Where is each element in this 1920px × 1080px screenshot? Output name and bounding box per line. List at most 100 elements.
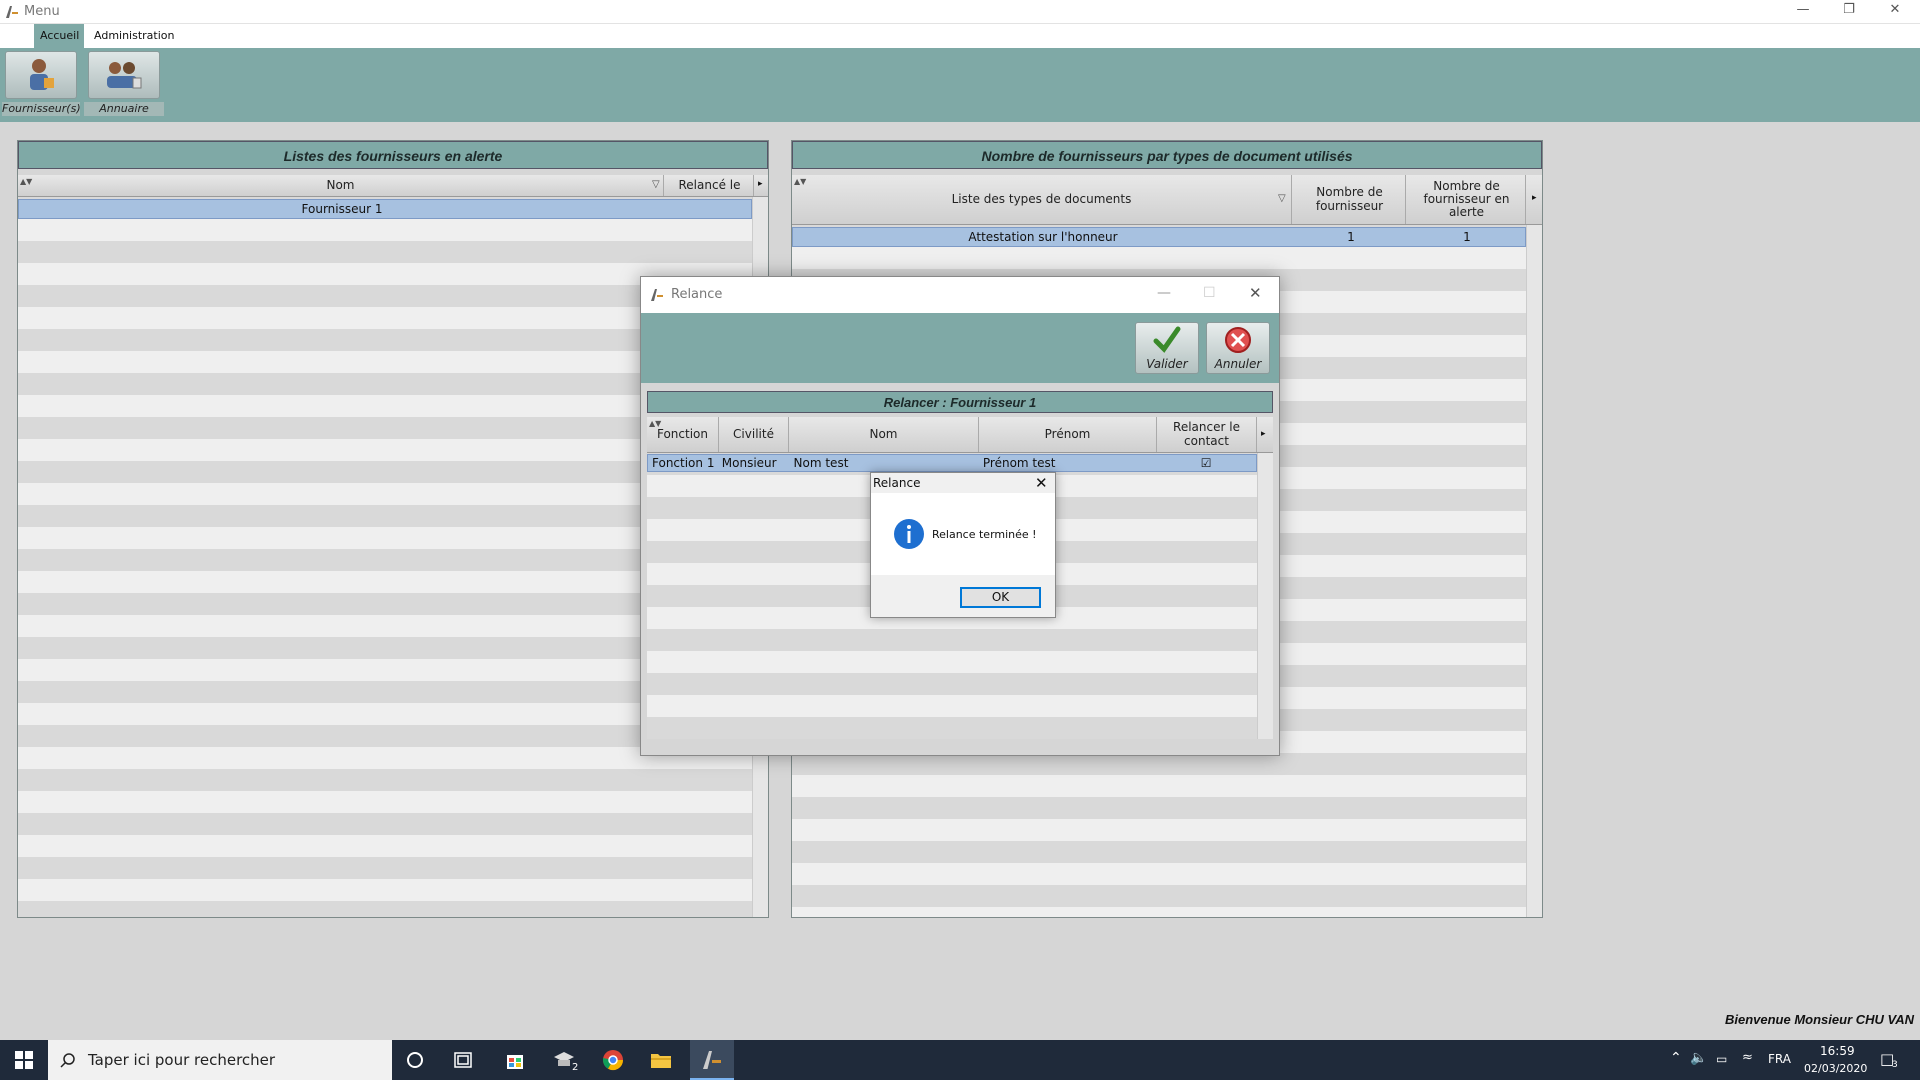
ok-button[interactable]: OK <box>960 587 1041 608</box>
close-button[interactable]: ✕ <box>1249 284 1262 302</box>
table-row[interactable]: Attestation sur l'honneur 1 1 <box>792 227 1526 247</box>
column-nombre-fournisseur[interactable]: Nombre de fournisseur <box>1294 175 1406 224</box>
maximize-button[interactable]: ☐ <box>1203 285 1216 301</box>
battery-icon[interactable]: ▭ <box>1716 1052 1727 1066</box>
column-relancer-contact-label: Relancer le contact <box>1173 420 1240 448</box>
column-nombre-fournisseur-label: Nombre de fournisseur <box>1315 185 1384 213</box>
app-icon <box>651 289 663 301</box>
vertical-scrollbar[interactable] <box>1257 453 1273 739</box>
cell-alerte: 1 <box>1463 230 1471 244</box>
relance-dialog-ribbon: Valider Annuler <box>641 313 1279 383</box>
app-icon <box>6 6 18 18</box>
message-box-title: Relance <box>873 476 921 490</box>
welcome-message: Bienvenue Monsieur CHU VAN <box>1724 1012 1914 1027</box>
minimize-button[interactable]: — <box>1157 285 1171 301</box>
window-title: Menu <box>24 4 60 19</box>
taskbar: Taper ici pour rechercher 2 ⌃ 🔈 ▭ ≈ FRA … <box>0 1040 1920 1080</box>
column-relance-le[interactable]: Relancé le <box>666 175 754 196</box>
relance-dialog-titlebar: Relance — ☐ ✕ <box>641 277 1279 313</box>
close-button[interactable]: ✕ <box>1035 474 1048 492</box>
message-box: Relance ✕ Relance terminée ! OK <box>870 472 1056 618</box>
taskbar-search[interactable]: Taper ici pour rechercher <box>48 1040 392 1080</box>
task-view-icon[interactable] <box>451 1048 475 1072</box>
column-nombre-alerte[interactable]: Nombre de fournisseur en alerte <box>1408 175 1526 224</box>
app-badge: 2 <box>572 1062 579 1073</box>
scroll-right-icon[interactable]: ▸ <box>1261 429 1266 439</box>
tray-chevron-icon[interactable]: ⌃ <box>1670 1050 1682 1066</box>
column-nom[interactable]: Nom <box>789 417 979 452</box>
column-relance-le-label: Relancé le <box>678 177 741 192</box>
valider-button[interactable]: Valider <box>1135 322 1199 374</box>
cell-civilite: Monsieur <box>721 456 777 470</box>
message-text: Relance terminée ! <box>932 528 1037 541</box>
cell-type: Attestation sur l'honneur <box>968 230 1118 244</box>
vertical-scrollbar[interactable] <box>1526 225 1542 917</box>
table-row[interactable]: Fournisseur 1 <box>18 199 752 219</box>
cell-nom: Nom test <box>793 456 849 470</box>
chrome-icon[interactable] <box>601 1048 625 1072</box>
annuler-button[interactable]: Annuler <box>1206 322 1270 374</box>
cancel-icon <box>1225 327 1251 353</box>
annuaire-button[interactable] <box>88 51 160 99</box>
filter-icon[interactable]: ▽ <box>652 179 660 190</box>
relancer-checkbox[interactable]: ☑ <box>1156 456 1256 470</box>
volume-icon[interactable]: 🔈 <box>1690 1050 1707 1066</box>
filter-icon[interactable]: ▽ <box>1278 193 1286 204</box>
windows-start-icon[interactable] <box>12 1048 36 1072</box>
column-types-documents-label: Liste des types de documents <box>951 191 1132 206</box>
valider-label: Valider <box>1146 357 1188 371</box>
relance-section-title: Relancer : Fournisseur 1 <box>647 391 1273 413</box>
menu-tabs: Accueil Administration <box>0 24 1920 48</box>
cell-fonction: Fonction 1 <box>652 456 715 470</box>
relance-dialog-title: Relance <box>671 287 723 302</box>
column-nombre-alerte-label: Nombre de fournisseur en alerte <box>1423 178 1510 220</box>
file-explorer-icon[interactable] <box>649 1048 673 1072</box>
supplier-icon <box>30 59 54 90</box>
column-fonction[interactable]: Fonction <box>647 417 719 452</box>
message-box-body: Relance terminée ! <box>871 493 1055 575</box>
scroll-right-icon[interactable]: ▸ <box>1532 193 1537 203</box>
checkmark-icon <box>1153 326 1181 353</box>
cell-nombre: 1 <box>1347 230 1355 244</box>
column-fonction-label: Fonction <box>656 426 708 441</box>
search-icon <box>60 1053 75 1068</box>
store-icon[interactable] <box>503 1048 527 1072</box>
column-nom[interactable]: Nom <box>18 175 664 196</box>
minimize-button[interactable]: — <box>1780 0 1826 22</box>
notification-count: 3 <box>1892 1060 1898 1070</box>
grid-header: ▲▼ Nom ▽ Relancé le ▸ <box>18 175 768 197</box>
column-civilite-label: Civilité <box>733 426 774 441</box>
clock-time[interactable]: 16:59 <box>1820 1044 1855 1058</box>
column-civilite[interactable]: Civilité <box>719 417 789 452</box>
column-nom-label: Nom <box>326 177 355 192</box>
scroll-right-icon[interactable]: ▸ <box>758 179 763 189</box>
annuler-label: Annuler <box>1214 357 1262 371</box>
language-indicator[interactable]: FRA <box>1768 1052 1791 1066</box>
restore-button[interactable]: ❐ <box>1826 0 1872 22</box>
document-types-title: Nombre de fournisseurs par types de docu… <box>792 141 1542 169</box>
cell-nom: Fournisseur 1 <box>301 202 383 216</box>
clock-date[interactable]: 02/03/2020 <box>1804 1062 1867 1075</box>
column-types-documents[interactable]: Liste des types de documents <box>792 175 1292 224</box>
running-app-button[interactable] <box>690 1040 734 1080</box>
wifi-icon[interactable]: ≈ <box>1742 1050 1753 1065</box>
grid-header: ▲▼ Liste des types de documents ▽ Nombre… <box>792 175 1542 225</box>
close-button[interactable]: ✕ <box>1872 0 1918 22</box>
table-row[interactable]: Fonction 1 Monsieur Nom test Prénom test… <box>647 454 1257 472</box>
column-prenom[interactable]: Prénom <box>979 417 1157 452</box>
cell-prenom: Prénom test <box>982 456 1056 470</box>
fournisseurs-button[interactable] <box>5 51 77 99</box>
annuaire-label: Annuaire <box>84 102 164 116</box>
info-icon <box>894 519 924 549</box>
column-nom-label: Nom <box>869 426 898 441</box>
app-icon <box>703 1051 721 1069</box>
cortana-icon[interactable] <box>403 1048 427 1072</box>
fournisseurs-label: Fournisseur(s) <box>2 102 81 116</box>
search-placeholder: Taper ici pour rechercher <box>88 1051 276 1069</box>
ribbon: Fournisseur(s) Annuaire <box>0 48 1920 122</box>
tab-administration[interactable]: Administration <box>88 24 181 48</box>
column-prenom-label: Prénom <box>1044 426 1091 441</box>
directory-icon <box>107 62 142 89</box>
column-relancer-contact[interactable]: Relancer le contact <box>1157 417 1257 452</box>
tab-accueil[interactable]: Accueil <box>34 24 84 48</box>
